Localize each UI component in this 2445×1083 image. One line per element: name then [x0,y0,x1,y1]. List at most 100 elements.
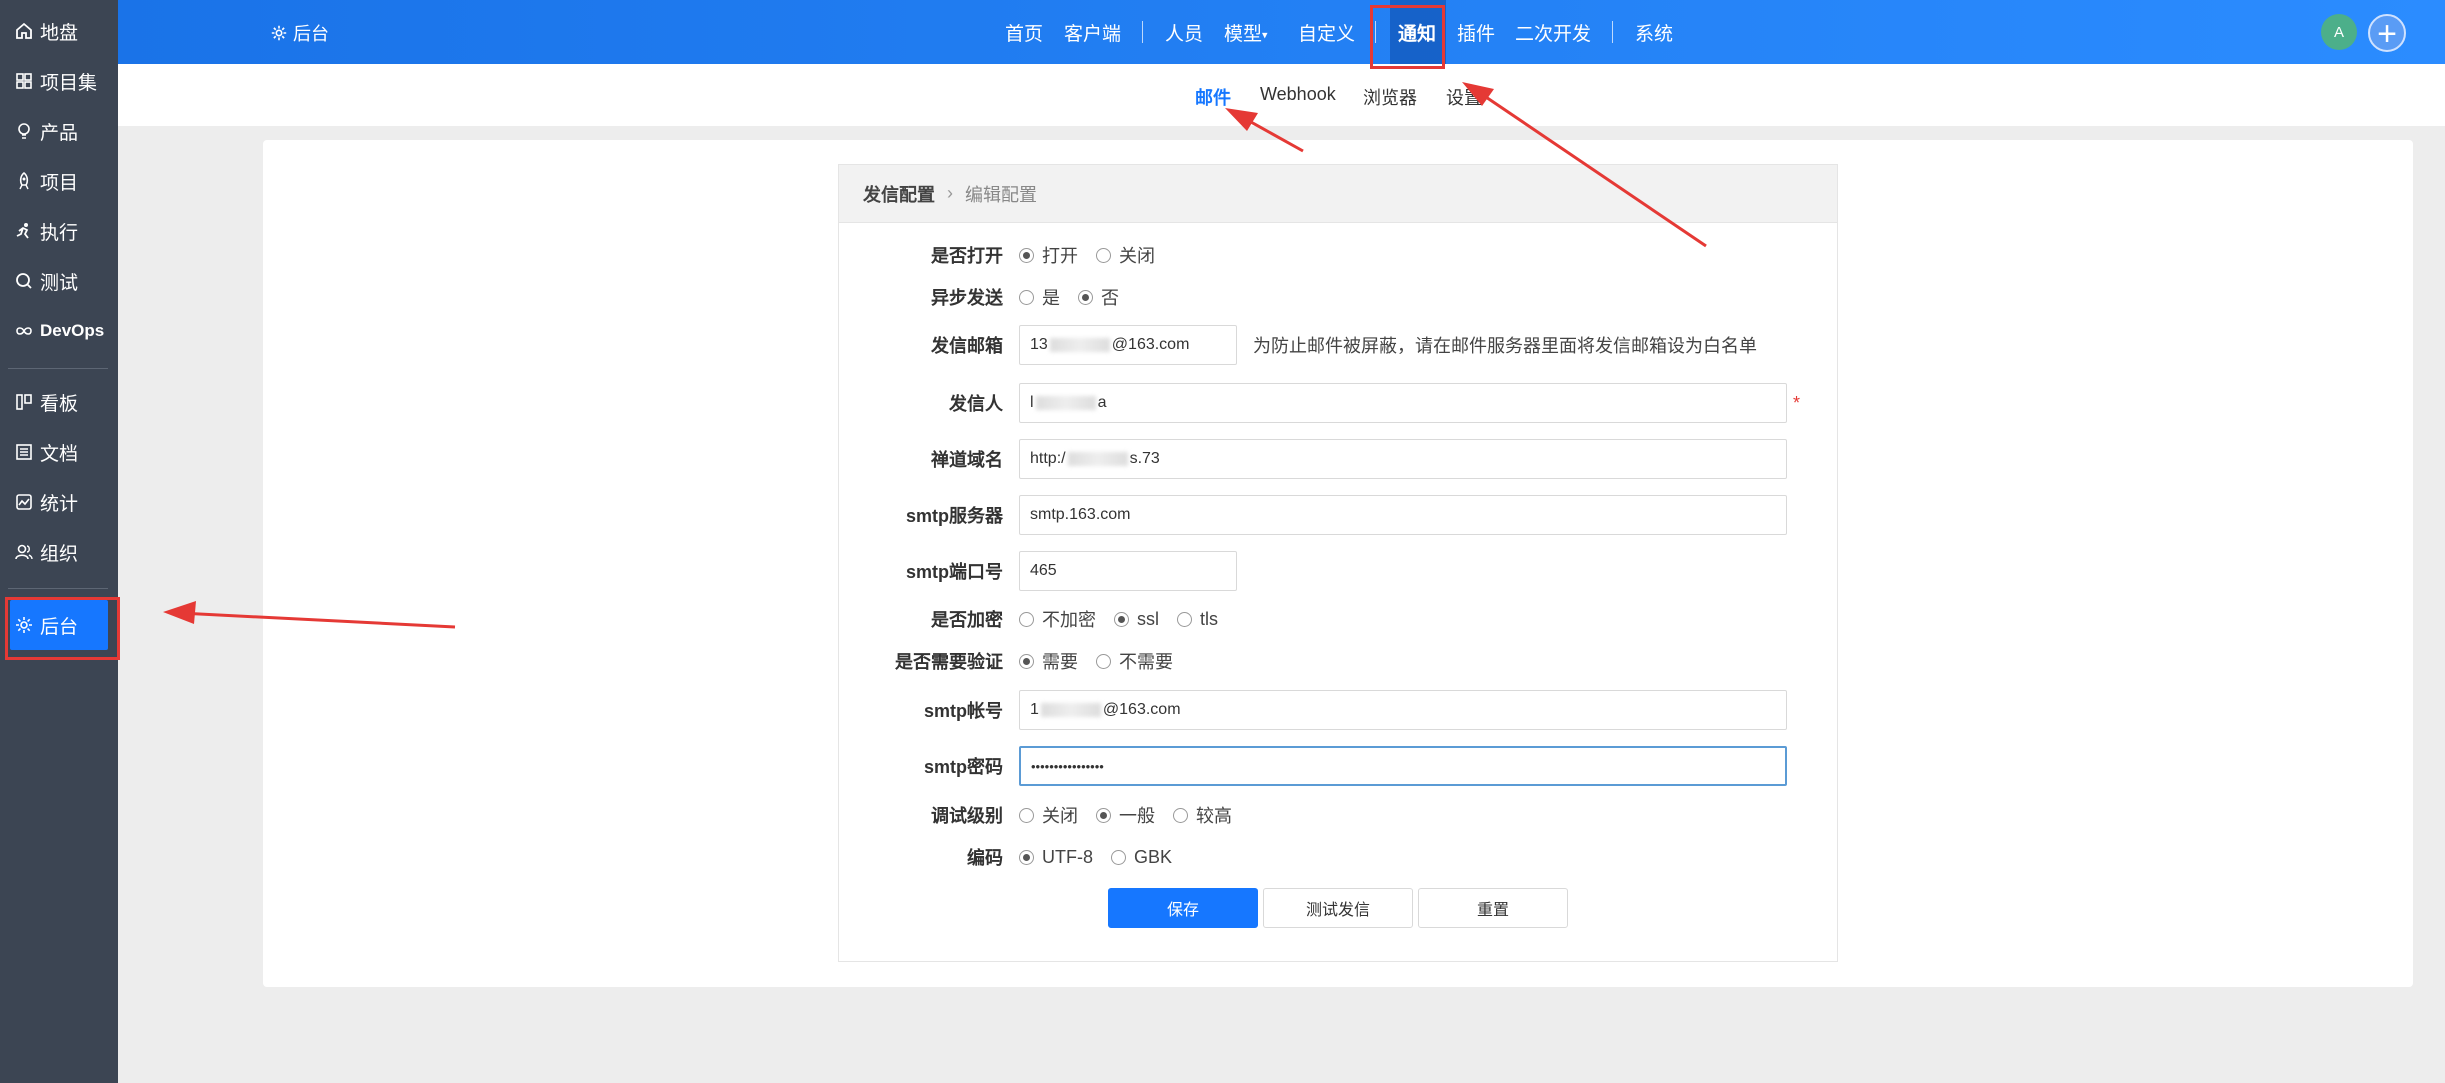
sidebar-item-label: 地盘 [40,22,79,44]
radio-label: 需要 [1042,652,1078,672]
sidebar-item-stats[interactable]: 统计 [14,487,78,517]
field-label: 是否需要验证 [895,652,1003,672]
radio-secure-ssl[interactable]: ssl [1114,609,1159,630]
breadcrumb: 发信配置 › 编辑配置 [839,165,1837,223]
input-value-prefix: 13 [1030,336,1048,353]
secure-radio-group: 不加密 ssl tls [1019,606,1232,632]
sidebar-item-home[interactable]: 地盘 [14,16,78,46]
radio-auth-yes[interactable]: 需要 [1019,648,1078,674]
required-mark: * [1793,392,1801,413]
radio-label: 不需要 [1119,652,1173,672]
avatar[interactable]: A [2321,14,2357,50]
sidebar-item-programs[interactable]: 项目集 [14,66,97,96]
subnav-browser[interactable]: 浏览器 [1363,84,1417,110]
redaction-blur [1040,703,1101,717]
input-value-suffix: @163.com [1111,336,1190,353]
from-email-hint: 为防止邮件被屏蔽，请在邮件服务器里面将发信邮箱设为白名单 [1253,336,1757,356]
nav-model-label: 模型 [1224,24,1263,45]
radio-secure-tls[interactable]: tls [1177,609,1218,630]
sidebar: 地盘 项目集 产品 项目 执行 测试 DevOps 看板 文档 统计 组织 后台 [0,0,118,1083]
radio-async-no[interactable]: 否 [1078,284,1119,310]
smtp-port-input[interactable]: 465 [1019,551,1237,591]
nav-home[interactable]: 首页 [1005,19,1043,46]
row-smtp-user: smtp帐号 1 @163.com [839,690,1839,730]
radio-charset-utf8[interactable]: UTF-8 [1019,847,1093,868]
radio-enabled-off[interactable]: 关闭 [1096,242,1155,268]
domain-input[interactable]: http:/ s.73 [1019,439,1787,479]
input-value-suffix: @163.com [1102,701,1181,718]
chart-icon [16,494,32,510]
subnav-webhook[interactable]: Webhook [1260,84,1336,105]
nav-model[interactable]: 模型▾ [1224,19,1268,46]
field-label: 发信人 [949,394,1003,414]
radio-secure-none[interactable]: 不加密 [1019,606,1096,632]
sidebar-item-test[interactable]: 测试 [14,266,78,296]
sidebar-item-project[interactable]: 项目 [14,166,78,196]
test-send-button[interactable]: 测试发信 [1263,888,1413,928]
smtp-user-input[interactable]: 1 @163.com [1019,690,1787,730]
field-label: smtp帐号 [923,701,1003,721]
radio-dot [1114,611,1129,627]
input-value-prefix: http:/ [1030,450,1066,467]
from-email-input[interactable]: 13 @163.com [1019,325,1237,365]
nav-dev[interactable]: 二次开发 [1515,19,1591,46]
input-value-suffix: s.73 [1129,450,1160,467]
nav-separator [1142,21,1143,43]
sidebar-item-execution[interactable]: 执行 [14,216,78,246]
breadcrumb-main[interactable]: 发信配置 [863,181,935,207]
debug-radio-group: 关闭 一般 较高 [1019,802,1246,828]
field-label: 是否打开 [931,246,1003,266]
radio-debug-normal[interactable]: 一般 [1096,802,1155,828]
subnav-mail[interactable]: 邮件 [1195,84,1231,110]
sidebar-item-devops[interactable]: DevOps [14,316,104,346]
sidebar-item-label: DevOps [40,321,105,340]
radio-dot [1019,289,1034,305]
radio-auth-no[interactable]: 不需要 [1096,648,1173,674]
radio-dot [1177,611,1192,627]
field-label: 发信邮箱 [931,336,1003,356]
radio-dot [1111,849,1126,865]
radio-debug-high[interactable]: 较高 [1173,802,1232,828]
radio-label: 打开 [1042,246,1078,266]
admin-title[interactable]: 后台 [270,20,329,46]
sender-input[interactable]: la [1019,383,1787,423]
nav-client[interactable]: 客户端 [1064,19,1121,46]
subnav-settings[interactable]: 设置 [1446,84,1482,110]
row-charset: 编码 UTF-8 GBK [839,837,1839,877]
smtp-host-input[interactable]: smtp.163.com [1019,495,1787,535]
lightbulb-icon [18,123,30,139]
sidebar-item-kanban[interactable]: 看板 [14,387,78,417]
row-debug: 调试级别 关闭 一般 较高 [839,795,1839,835]
row-enabled: 是否打开 打开 关闭 [839,235,1839,275]
radio-debug-off[interactable]: 关闭 [1019,802,1078,828]
infinity-icon [16,327,32,335]
sidebar-item-docs[interactable]: 文档 [14,437,78,467]
radio-enabled-on[interactable]: 打开 [1019,242,1078,268]
row-async: 异步发送 是 否 [839,277,1839,317]
nav-custom[interactable]: 自定义 [1298,19,1355,46]
sidebar-item-label: 组织 [40,543,79,565]
home-icon [16,22,32,39]
radio-charset-gbk[interactable]: GBK [1111,847,1172,868]
enabled-radio-group: 打开 关闭 [1019,242,1169,268]
radio-dot [1078,289,1093,305]
reset-button[interactable]: 重置 [1418,888,1568,928]
add-button[interactable]: + [2368,14,2406,52]
nav-system[interactable]: 系统 [1635,19,1673,46]
row-smtp-port: smtp端口号 465 [839,551,1839,591]
sidebar-item-org[interactable]: 组织 [14,537,78,567]
gear-icon [271,25,287,41]
sidebar-item-label: 文档 [40,443,79,465]
sidebar-item-product[interactable]: 产品 [14,116,78,146]
row-sender: 发信人 la * [839,383,1839,423]
nav-plugins[interactable]: 插件 [1457,19,1495,46]
field-label: 禅道域名 [931,450,1003,470]
save-button[interactable]: 保存 [1108,888,1258,928]
radio-async-yes[interactable]: 是 [1019,284,1060,310]
sidebar-item-label: 项目集 [40,72,98,94]
charset-radio-group: UTF-8 GBK [1019,847,1186,868]
smtp-password-input[interactable]: •••••••••••••••• [1019,746,1787,786]
redaction-blur [1049,338,1110,352]
field-label: smtp服务器 [905,506,1003,526]
nav-users[interactable]: 人员 [1165,19,1203,46]
